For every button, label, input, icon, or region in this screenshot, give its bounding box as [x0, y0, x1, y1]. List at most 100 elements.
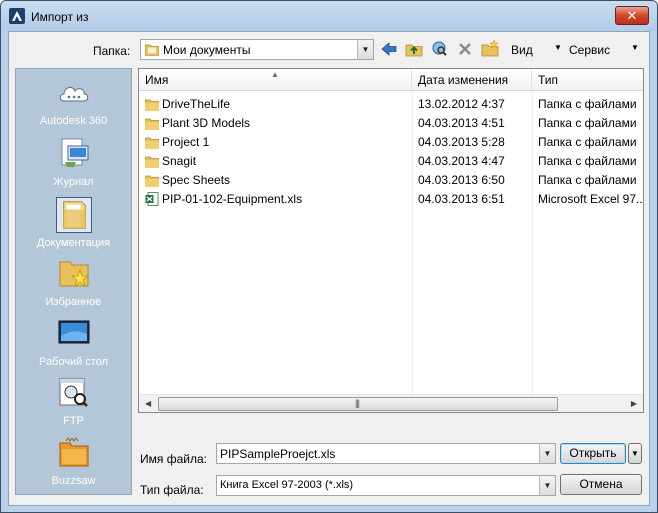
folder-icon [144, 98, 160, 114]
excel-file-icon [145, 192, 159, 209]
file-date: 13.02.2012 4:37 [418, 97, 505, 111]
service-dropdown-icon[interactable]: ▼ [631, 43, 639, 52]
dialog-body: Папка: Мои документы ▼ Вид ▼ Сервис ▼ Au… [8, 31, 650, 506]
back-icon[interactable] [379, 39, 399, 59]
column-header-label: Имя [145, 73, 169, 87]
import-dialog: Импорт из ✕ Папка: Мои документы ▼ Вид ▼… [0, 0, 658, 513]
file-row[interactable]: PIP-01-102-Equipment.xls 04.03.2013 6:51 M… [139, 190, 643, 209]
delete-icon[interactable] [455, 39, 475, 59]
filetype-label: Тип файла: [140, 483, 204, 497]
search-web-icon[interactable] [429, 39, 449, 59]
file-date: 04.03.2013 6:51 [418, 192, 505, 206]
place-label: Autodesk 360 [39, 115, 108, 127]
autocad-app-icon [9, 8, 25, 24]
file-name: Snagit [162, 154, 197, 168]
file-name-cell: DriveTheLife [144, 97, 231, 114]
column-header-type[interactable]: Тип [532, 69, 643, 91]
place-label: Журнал [53, 176, 94, 188]
scroll-right-icon[interactable]: ▶ [631, 399, 637, 408]
file-row[interactable]: Spec Sheets 04.03.2013 6:50 Папка с файлам… [139, 171, 643, 190]
file-row[interactable]: DriveTheLife 13.02.2012 4:37 Папка с файла… [139, 95, 643, 114]
buzzsaw-icon [59, 437, 89, 467]
filename-value: PIPSampleProejct.xls [220, 447, 336, 461]
open-options-dropdown[interactable]: ▼ [628, 443, 642, 464]
place-autodesk-360[interactable]: Autodesk 360 [16, 75, 131, 133]
places-bar: Autodesk 360 Журнал Документация Избранн… [15, 68, 132, 495]
service-menu-label[interactable]: Сервис [569, 43, 610, 57]
folder-icon [145, 44, 159, 56]
column-header-label: Дата изменения [418, 73, 509, 87]
favorites-icon [59, 261, 90, 288]
file-type: Microsoft Excel 97... [538, 192, 643, 206]
file-date: 04.03.2013 4:51 [418, 116, 505, 130]
sort-ascending-icon: ▲ [271, 70, 279, 79]
desktop-icon [58, 320, 90, 344]
window-title: Импорт из [31, 10, 89, 24]
file-name: Plant 3D Models [162, 116, 251, 130]
filetype-select[interactable]: Книга Excel 97-2003 (*.xls) ▼ [216, 475, 556, 496]
file-type: Папка с файлами [538, 173, 637, 187]
place-label: Документация [36, 237, 111, 249]
horizontal-scrollbar[interactable]: ◀ ||| ▶ [139, 394, 643, 412]
folder-label: Папка: [93, 44, 131, 58]
column-header-label: Тип [538, 73, 559, 87]
file-name: PIP-01-102-Equipment.xls [162, 192, 303, 206]
scroll-grip-icon: ||| [355, 398, 360, 408]
place-ftp[interactable]: FTP [16, 375, 131, 433]
place-documents[interactable]: Документация [16, 197, 131, 255]
file-row[interactable]: Plant 3D Models 04.03.2013 4:51 Папка с фа… [139, 114, 643, 133]
folder-select[interactable]: Мои документы ▼ [140, 39, 374, 60]
new-folder-icon[interactable] [480, 39, 500, 59]
filetype-value: Книга Excel 97-2003 (*.xls) [220, 479, 354, 491]
file-list[interactable]: ▲ Имя Дата изменения Тип DriveTheLife 13.… [138, 68, 644, 413]
view-dropdown-icon[interactable]: ▼ [554, 43, 562, 52]
documents-folder-icon [56, 197, 92, 233]
file-name-cell: Spec Sheets [144, 173, 231, 190]
file-type: Папка с файлами [538, 116, 637, 130]
file-name: Spec Sheets [162, 173, 231, 187]
history-icon [61, 138, 89, 167]
file-type: Папка с файлами [538, 135, 637, 149]
file-name: Project 1 [162, 135, 210, 149]
place-label: Избранное [45, 296, 102, 308]
file-date: 04.03.2013 4:47 [418, 154, 505, 168]
scroll-left-icon[interactable]: ◀ [145, 399, 151, 408]
ftp-icon [59, 378, 88, 407]
view-menu-label[interactable]: Вид [511, 43, 533, 57]
cancel-button[interactable]: Отмена [560, 474, 642, 495]
place-history[interactable]: Журнал [16, 136, 131, 194]
file-name: DriveTheLife [162, 97, 231, 111]
place-favorites[interactable]: Избранное [16, 256, 131, 314]
folder-icon [144, 136, 160, 152]
folder-icon [144, 117, 160, 133]
list-header: ▲ Имя Дата изменения Тип [139, 69, 643, 91]
file-date: 04.03.2013 6:50 [418, 173, 505, 187]
file-name-cell: PIP-01-102-Equipment.xls [145, 192, 302, 209]
file-type: Папка с файлами [538, 97, 637, 111]
filename-label: Имя файла: [140, 452, 207, 466]
place-label: Buzzsaw [51, 475, 96, 487]
file-row[interactable]: Project 1 04.03.2013 5:28 Папка с файлами [139, 133, 643, 152]
open-button[interactable]: Открыть [560, 443, 626, 464]
file-name-cell: Snagit [144, 154, 197, 171]
scroll-thumb[interactable]: ||| [158, 397, 558, 411]
filename-field[interactable]: PIPSampleProejct.xls ▼ [216, 443, 556, 464]
column-header-name[interactable]: ▲ Имя [139, 69, 412, 91]
chevron-down-icon[interactable]: ▼ [539, 444, 555, 463]
cloud-icon [59, 86, 89, 102]
chevron-down-icon[interactable]: ▼ [539, 476, 555, 495]
chevron-down-icon[interactable]: ▼ [357, 40, 373, 59]
place-label: Рабочий стол [38, 356, 109, 368]
place-desktop[interactable]: Рабочий стол [16, 316, 131, 374]
column-header-date[interactable]: Дата изменения [412, 69, 532, 91]
folder-icon [144, 174, 160, 190]
up-folder-icon[interactable] [404, 39, 424, 59]
folder-select-value: Мои документы [163, 43, 251, 57]
place-buzzsaw[interactable]: Buzzsaw [16, 435, 131, 493]
file-row[interactable]: Snagit 04.03.2013 4:47 Папка с файлами [139, 152, 643, 171]
file-type: Папка с файлами [538, 154, 637, 168]
title-bar[interactable]: Импорт из ✕ [1, 1, 657, 31]
close-button[interactable]: ✕ [615, 6, 649, 25]
file-date: 04.03.2013 5:28 [418, 135, 505, 149]
folder-icon [144, 155, 160, 171]
